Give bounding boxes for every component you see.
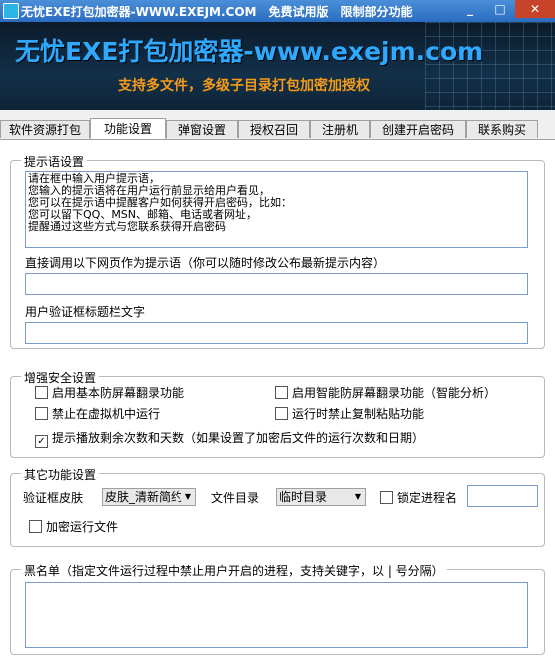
app-icon (3, 3, 19, 19)
web-prompt-label: 直接调用以下网页作为提示语（你可以随时修改公布最新提示内容） (25, 256, 386, 270)
checkbox-box[interactable] (275, 407, 288, 420)
close-button[interactable]: ✕ (515, 0, 555, 18)
smart-anti-capture-checkbox[interactable]: 启用智能防屏幕翻录功能（智能分析） (275, 384, 496, 401)
tab-keygen[interactable]: 注册机 (310, 120, 370, 138)
checkbox-label: 禁止在虚拟机中运行 (52, 407, 161, 421)
skin-label: 验证框皮肤 (23, 491, 84, 505)
checkbox-box[interactable] (29, 520, 42, 533)
banner: 无忧EXE打包加密器-www.exejm.com 支持多文件，多级子目录打包加密… (0, 22, 555, 110)
encrypt-run-checkbox[interactable]: 加密运行文件 (29, 518, 118, 535)
other-settings-title: 其它功能设置 (21, 466, 100, 483)
checkbox-label: 启用基本防屏幕翻录功能 (52, 386, 185, 400)
minimize-button[interactable]: _ (456, 0, 484, 18)
web-prompt-url-input[interactable] (25, 273, 528, 295)
no-vm-checkbox[interactable]: 禁止在虚拟机中运行 (35, 405, 160, 422)
prompt-settings-group: 提示语设置 请在框中输入用户提示语， 您输入的提示语将在用户运行前显示给用户看见… (10, 153, 545, 349)
tab-panel: 提示语设置 请在框中输入用户提示语， 您输入的提示语将在用户运行前显示给用户看见… (0, 139, 555, 663)
prompt-settings-title: 提示语设置 (21, 153, 88, 170)
checkbox-label: 启用智能防屏幕翻录功能（智能分析） (292, 386, 497, 400)
checkbox-box[interactable] (35, 407, 48, 420)
security-settings-group: 增强安全设置 启用基本防屏幕翻录功能 启用智能防屏幕翻录功能（智能分析） 禁止在… (10, 369, 545, 458)
blacklist-input[interactable] (25, 582, 528, 648)
skin-select[interactable]: 皮肤_清新简约 ▼ (102, 488, 196, 506)
no-clipboard-checkbox[interactable]: 运行时禁止复制粘贴功能 (275, 405, 424, 422)
show-remaining-checkbox[interactable]: ✓ 提示播放剩余次数和天数（如果设置了加密后文件的运行次数和日期） (35, 429, 424, 448)
basic-anti-capture-checkbox[interactable]: 启用基本防屏幕翻录功能 (35, 384, 184, 401)
chevron-down-icon[interactable]: ▼ (351, 489, 365, 505)
file-dir-select-value: 临时目录 (279, 490, 328, 504)
checkbox-box[interactable] (275, 386, 288, 399)
blacklist-title: 黑名单（指定文件运行过程中禁止用户开启的进程，支持关键字，以 | 号分隔） (21, 562, 447, 579)
file-dir-select[interactable]: 临时目录 ▼ (276, 488, 366, 506)
checkbox-label: 提示播放剩余次数和天数（如果设置了加密后文件的运行次数和日期） (52, 431, 425, 445)
skin-select-value: 皮肤_清新简约 (105, 490, 184, 504)
checkmark-icon[interactable]: ✓ (35, 435, 48, 448)
other-settings-group: 其它功能设置 验证框皮肤 皮肤_清新简约 ▼ 文件目录 临时目录 ▼ 锁定进程名… (10, 466, 545, 547)
tab-create-password[interactable]: 创建开启密码 (370, 120, 466, 138)
lock-process-checkbox[interactable]: 锁定进程名 (380, 489, 457, 506)
tab-popup-settings[interactable]: 弹窗设置 (166, 120, 238, 138)
tab-function-settings[interactable]: 功能设置 (90, 118, 166, 139)
checkbox-label: 加密运行文件 (46, 520, 119, 534)
blacklist-group: 黑名单（指定文件运行过程中禁止用户开启的进程，支持关键字，以 | 号分隔） (10, 562, 545, 655)
tab-bar: 软件资源打包 功能设置 弹窗设置 授权召回 注册机 创建开启密码 联系购买 (0, 118, 555, 139)
caption-input[interactable] (25, 322, 528, 344)
prompt-text-area[interactable]: 请在框中输入用户提示语， 您输入的提示语将在用户运行前显示给用户看见， 您可以在… (25, 171, 528, 248)
title-bar: 无忧EXE打包加密器-WWW.EXEJM.COM 免费试用版 限制部分功能 _ … (0, 0, 555, 22)
caption-label: 用户验证框标题栏文字 (25, 305, 146, 319)
window-title: 无忧EXE打包加密器-WWW.EXEJM.COM 免费试用版 限制部分功能 (21, 5, 413, 19)
tab-license-recall[interactable]: 授权召回 (238, 120, 310, 138)
chevron-down-icon[interactable]: ▼ (181, 489, 195, 505)
banner-title: 无忧EXE打包加密器-www.exejm.com (15, 37, 484, 66)
checkbox-box[interactable] (380, 491, 393, 504)
banner-subtitle: 支持多文件，多级子目录打包加密加授权 (118, 78, 370, 94)
tab-contact-purchase[interactable]: 联系购买 (466, 120, 538, 138)
checkbox-box[interactable] (35, 386, 48, 399)
file-dir-label: 文件目录 (211, 491, 260, 505)
checkbox-label: 运行时禁止复制粘贴功能 (292, 407, 425, 421)
tab-software-packaging[interactable]: 软件资源打包 (0, 120, 90, 138)
maximize-button[interactable]: □ (486, 0, 514, 18)
lock-process-input[interactable] (467, 485, 538, 507)
checkbox-label: 锁定进程名 (397, 491, 458, 505)
